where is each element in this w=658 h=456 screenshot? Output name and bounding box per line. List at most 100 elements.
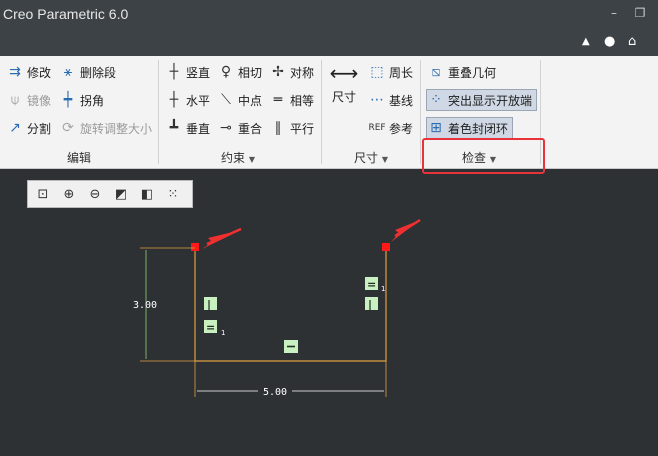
rotate-resize-tool[interactable]: ⟳ 旋转调整大小	[59, 117, 152, 139]
shade-closed-loops-icon: ⊞	[430, 120, 442, 136]
corner-tool[interactable]: ┿ 拐角	[59, 89, 104, 111]
highlight-annotation-box	[422, 138, 545, 174]
midpoint-constraint-tool[interactable]: ⟍ 中点	[217, 89, 262, 111]
coincident-label: 重合	[238, 121, 263, 136]
constraint-subscript: 1	[221, 329, 225, 337]
width-dimension-text[interactable]: 5.00	[263, 387, 287, 398]
horizontal-constraint-tool[interactable]: ┼ 水平	[165, 89, 210, 111]
vertical-constraint-glyph: |	[207, 298, 211, 311]
ribbon-tab-bar: ▲ ● ⌂	[0, 30, 658, 56]
ribbon: ⇉ 修改 ⚹ 删除段 ⍦ 镜像 ┿ 拐角 ↗ 分割 ⟳ 旋转调整大小 编辑 ┼ …	[0, 56, 658, 174]
annotation-arrow	[394, 218, 421, 238]
shade-closed-loops-tool[interactable]: ⊞ 着色封闭环	[426, 117, 514, 139]
equal-constraint-glyph: =	[206, 321, 215, 334]
display-style-icon[interactable]: ◧	[137, 184, 157, 204]
divide-label: 分割	[27, 121, 52, 136]
highlight-open-ends-icon: ⁘	[430, 92, 442, 108]
coincident-constraint-tool[interactable]: ⊸ 重合	[217, 117, 262, 139]
collapse-ribbon-icon[interactable]: ▲	[582, 36, 590, 47]
dimension-label: 尺寸	[331, 90, 356, 104]
symmetric-label: 对称	[290, 65, 315, 80]
equal-constraint-tool[interactable]: ═ 相等	[269, 89, 314, 111]
dimension-group: ⟷ 尺寸 ⬚ 周长 ⋯ 基线 REF 参考 尺寸 ▼	[322, 56, 420, 169]
sketcher-display-filter-icon[interactable]: ⁙	[163, 184, 183, 204]
sketch-canvas[interactable]: 3.00 5.00 | = 1 = 1 |	[0, 170, 658, 456]
annotation-arrow	[206, 227, 242, 246]
dimension-tool[interactable]: ⟷ 尺寸	[328, 61, 360, 118]
vertical-constraint-glyph: |	[368, 298, 372, 311]
baseline-tool[interactable]: ⋯ 基线	[368, 89, 413, 111]
dimension-icon: ⟷	[329, 61, 359, 85]
delete-segment-icon: ⚹	[63, 64, 73, 80]
constraint-subscript: 1	[381, 285, 385, 293]
divide-tool[interactable]: ↗ 分割	[6, 117, 51, 139]
refit-icon[interactable]: ⊡	[33, 184, 53, 204]
rotate-resize-icon: ⟳	[62, 120, 74, 136]
equal-icon: ═	[273, 92, 283, 108]
restore-button[interactable]: ❐	[632, 6, 648, 20]
graphics-toolbar: ⊡ ⊕ ⊖ ◩ ◧ ⁙	[27, 180, 193, 208]
vertical-constraint-icon: ┼	[169, 64, 179, 80]
reference-tool[interactable]: REF 参考	[368, 117, 413, 139]
dimension-group-label: 尺寸	[354, 151, 379, 165]
mirror-icon: ⍦	[10, 92, 20, 108]
highlight-open-ends-label: 突出显示开放端	[448, 93, 533, 108]
vertical-constraint-tool[interactable]: ┼ 竖直	[165, 61, 210, 83]
parallel-label: 平行	[290, 121, 315, 136]
window-title: Creo Parametric 6.0	[3, 6, 129, 22]
parallel-constraint-tool[interactable]: ∥ 平行	[269, 117, 315, 139]
constrain-group-menu[interactable]: 约束 ▼	[221, 149, 255, 166]
perpendicular-constraint-tool[interactable]: ┻ 垂直	[165, 117, 210, 139]
perimeter-icon: ⬚	[370, 64, 384, 80]
help-icon[interactable]: ⌂	[628, 34, 636, 49]
modify-tool[interactable]: ⇉ 修改	[6, 61, 51, 83]
vertical-label: 竖直	[186, 65, 211, 80]
horizontal-label: 水平	[186, 93, 211, 108]
perpendicular-label: 垂直	[186, 121, 211, 136]
baseline-icon: ⋯	[370, 92, 384, 108]
overlapping-geometry-label: 重叠几何	[448, 65, 497, 80]
equal-label: 相等	[290, 93, 315, 108]
overlapping-geometry-icon: ⧅	[431, 64, 441, 80]
delete-segment-label: 删除段	[80, 65, 117, 80]
minimize-button[interactable]: –	[606, 6, 622, 20]
tangent-label: 相切	[238, 65, 263, 80]
constrain-group-label: 约束	[221, 151, 246, 165]
zoom-in-icon[interactable]: ⊕	[59, 184, 79, 204]
open-end-marker	[382, 243, 390, 251]
modify-icon: ⇉	[9, 64, 21, 80]
modify-label: 修改	[27, 65, 52, 80]
mirror-label: 镜像	[27, 93, 52, 108]
chevron-down-icon: ▼	[381, 155, 388, 164]
delete-segment-tool[interactable]: ⚹ 删除段	[59, 61, 116, 83]
equal-constraint-glyph: =	[367, 278, 376, 291]
highlight-open-ends-tool[interactable]: ⁘ 突出显示开放端	[426, 89, 538, 111]
zoom-out-icon[interactable]: ⊖	[85, 184, 105, 204]
dimension-group-menu[interactable]: 尺寸 ▼	[354, 149, 388, 166]
edit-group: ⇉ 修改 ⚹ 删除段 ⍦ 镜像 ┿ 拐角 ↗ 分割 ⟳ 旋转调整大小 编辑	[0, 56, 158, 169]
overlapping-geometry-tool[interactable]: ⧅ 重叠几何	[427, 61, 496, 83]
edit-group-label: 编辑	[67, 151, 92, 165]
shade-closed-loops-label: 着色封闭环	[448, 121, 509, 136]
mirror-tool[interactable]: ⍦ 镜像	[6, 89, 51, 111]
reference-icon: REF	[368, 123, 386, 133]
height-dimension-text[interactable]: 3.00	[133, 300, 157, 311]
title-bar: Creo Parametric 6.0 – ❐	[0, 0, 658, 30]
search-icon[interactable]: ●	[604, 34, 615, 49]
coincident-icon: ⊸	[220, 120, 232, 136]
midpoint-icon: ⟍	[221, 92, 231, 108]
corner-icon: ┿	[63, 92, 73, 108]
repaint-icon[interactable]: ◩	[111, 184, 131, 204]
open-end-marker	[191, 243, 199, 251]
reference-label: 参考	[389, 121, 414, 136]
perimeter-tool[interactable]: ⬚ 周长	[368, 61, 413, 83]
tangent-icon: ♀	[220, 64, 232, 80]
parallel-icon: ∥	[274, 120, 282, 136]
rotate-resize-label: 旋转调整大小	[80, 121, 153, 136]
perimeter-label: 周长	[389, 65, 414, 80]
horizontal-constraint-icon: ┼	[169, 92, 179, 108]
symmetric-constraint-tool[interactable]: ✢ 对称	[269, 61, 314, 83]
constrain-group: ┼ 竖直 ♀ 相切 ✢ 对称 ┼ 水平 ⟍ 中点 ═ 相等 ┻ 垂直 ⊸ 重合	[159, 56, 321, 169]
perpendicular-icon: ┻	[169, 120, 179, 136]
tangent-constraint-tool[interactable]: ♀ 相切	[217, 61, 262, 83]
